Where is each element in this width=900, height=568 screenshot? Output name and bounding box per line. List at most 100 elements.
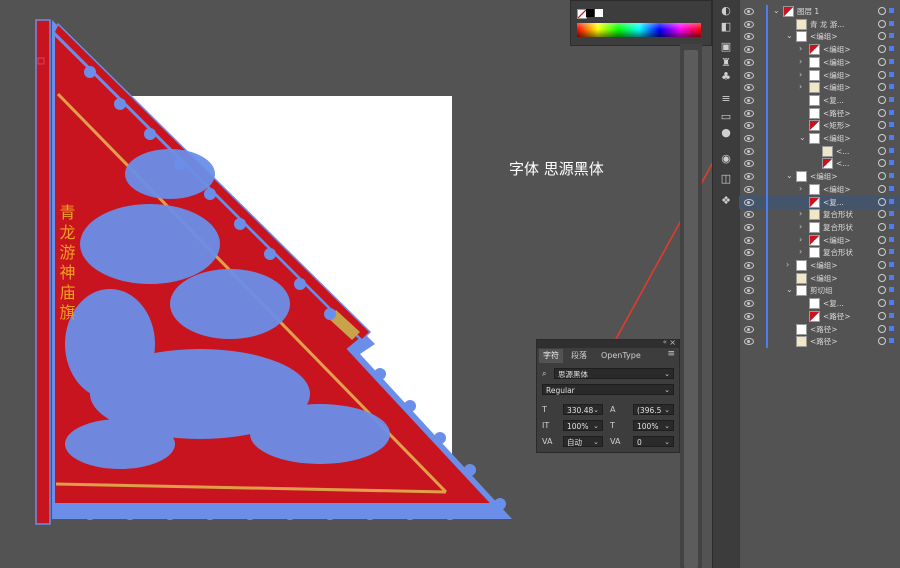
target-circle-icon[interactable] — [878, 184, 886, 193]
visibility-eye-icon[interactable] — [744, 109, 754, 117]
visibility-eye-icon[interactable] — [744, 58, 754, 66]
layer-row[interactable]: <矩形> — [739, 119, 900, 133]
visibility-eye-icon[interactable] — [744, 46, 754, 54]
selection-square-icon[interactable] — [889, 249, 894, 255]
black-swatch[interactable] — [586, 9, 594, 17]
visibility-eye-icon[interactable] — [744, 325, 754, 333]
selection-square-icon[interactable] — [889, 185, 894, 191]
selection-square-icon[interactable] — [889, 46, 894, 52]
panel-title-bar[interactable]: « × — [537, 338, 679, 348]
scrollbar-thumb[interactable] — [684, 50, 698, 568]
chevron-down-icon[interactable]: ⌄ — [773, 6, 780, 15]
kerning-field[interactable]: 自动 ⌄ — [563, 436, 603, 447]
selection-square-icon[interactable] — [889, 135, 894, 140]
layers-icon[interactable]: ❖ — [718, 194, 734, 208]
layer-row[interactable]: ⌄ <编组> — [739, 170, 900, 184]
layer-row[interactable]: <路径> — [739, 309, 900, 323]
target-circle-icon[interactable] — [878, 134, 886, 142]
selection-square-icon[interactable] — [889, 211, 894, 217]
visibility-eye-icon[interactable] — [744, 262, 754, 269]
target-circle-icon[interactable] — [878, 261, 886, 269]
chevron-down-icon[interactable]: ⌄ — [786, 171, 793, 180]
vertical-scale-field[interactable]: 100% ⌄ — [563, 420, 603, 431]
selection-square-icon[interactable] — [889, 325, 894, 331]
target-circle-icon[interactable] — [878, 57, 886, 66]
target-circle-icon[interactable] — [878, 222, 886, 231]
visibility-eye-icon[interactable] — [744, 198, 754, 206]
target-circle-icon[interactable] — [878, 121, 886, 130]
appearance-icon[interactable]: ◉ — [718, 152, 734, 166]
selection-square-icon[interactable] — [889, 122, 894, 128]
visibility-eye-icon[interactable] — [744, 300, 754, 308]
target-circle-icon[interactable] — [878, 108, 886, 117]
selection-square-icon[interactable] — [889, 312, 894, 318]
layer-row[interactable]: ⌄ <编组> — [739, 30, 900, 44]
symbols-icon[interactable]: ♣ — [718, 70, 734, 84]
target-circle-icon[interactable] — [878, 95, 886, 104]
target-circle-icon[interactable] — [878, 273, 886, 282]
flag-artwork[interactable]: 青龙游神庙旗 — [30, 14, 520, 526]
chevron-right-icon[interactable]: › — [799, 247, 802, 256]
chevron-right-icon[interactable]: › — [799, 57, 802, 66]
color-guide-icon[interactable]: ◐ — [718, 4, 734, 18]
selection-square-icon[interactable] — [889, 109, 894, 115]
visibility-eye-icon[interactable] — [744, 338, 754, 346]
selection-square-icon[interactable] — [889, 84, 894, 90]
transparency-icon[interactable]: ● — [718, 126, 734, 140]
target-circle-icon[interactable] — [878, 299, 886, 308]
close-icon[interactable]: × — [669, 338, 676, 347]
chevron-right-icon[interactable]: › — [799, 222, 802, 231]
selection-square-icon[interactable] — [889, 160, 894, 166]
selection-square-icon[interactable] — [889, 8, 894, 13]
selection-square-icon[interactable] — [889, 236, 894, 242]
graphic-styles-icon[interactable]: ◫ — [718, 172, 734, 186]
chevron-right-icon[interactable]: › — [799, 70, 802, 79]
layer-row[interactable]: <路径> — [739, 335, 900, 349]
layer-row[interactable]: <编组> — [739, 271, 900, 285]
layer-row[interactable]: ⌄ 图层 1 — [739, 5, 900, 18]
target-circle-icon[interactable] — [878, 172, 886, 181]
visibility-eye-icon[interactable] — [744, 249, 754, 257]
chevron-down-icon[interactable]: ⌄ — [786, 285, 793, 294]
selection-square-icon[interactable] — [889, 20, 894, 26]
visibility-eye-icon[interactable] — [744, 287, 754, 295]
collapse-icon[interactable]: « — [663, 338, 667, 346]
target-circle-icon[interactable] — [878, 19, 886, 28]
visibility-eye-icon[interactable] — [744, 122, 754, 130]
visibility-eye-icon[interactable] — [744, 274, 754, 282]
layer-row[interactable]: <... — [739, 157, 900, 171]
layer-row[interactable]: <路径> — [739, 106, 900, 120]
gradient-icon[interactable]: ▭ — [718, 110, 734, 124]
font-search-icon[interactable]: ⌕ — [542, 368, 546, 379]
target-circle-icon[interactable] — [878, 7, 886, 15]
brushes-icon[interactable]: ♜ — [718, 56, 734, 70]
selection-square-icon[interactable] — [889, 287, 894, 293]
color-spectrum-ramp[interactable] — [577, 23, 701, 37]
layer-row[interactable]: › 复合形状 — [739, 246, 900, 260]
target-circle-icon[interactable] — [878, 45, 886, 54]
visibility-eye-icon[interactable] — [744, 211, 754, 219]
selection-square-icon[interactable] — [889, 223, 894, 229]
layer-row[interactable]: › <编组> — [739, 55, 900, 69]
selection-square-icon[interactable] — [889, 338, 894, 344]
tab-paragraph[interactable]: 段落 — [567, 349, 591, 363]
visibility-eye-icon[interactable] — [744, 20, 754, 28]
selection-square-icon[interactable] — [889, 274, 894, 280]
target-circle-icon[interactable] — [878, 286, 886, 295]
visibility-eye-icon[interactable] — [744, 71, 754, 79]
stroke-icon[interactable]: ≡ — [718, 92, 734, 106]
banner-vertical-text[interactable]: 青龙游神庙旗 — [57, 204, 76, 324]
selection-square-icon[interactable] — [889, 262, 894, 267]
layer-row[interactable]: › <编组> — [739, 259, 900, 272]
layer-row[interactable]: <路径> — [739, 322, 900, 336]
target-circle-icon[interactable] — [878, 70, 886, 79]
layer-row[interactable]: ⌄ 剪切组 — [739, 284, 900, 298]
panel-menu-icon[interactable]: ≡ — [667, 349, 675, 359]
color-panel[interactable] — [570, 0, 712, 46]
canvas-vertical-scrollbar[interactable] — [680, 44, 702, 568]
selection-square-icon[interactable] — [889, 198, 894, 204]
visibility-eye-icon[interactable] — [744, 8, 754, 15]
chevron-right-icon[interactable]: › — [786, 260, 789, 269]
character-panel[interactable]: « × 字符 段落 OpenType ≡ ⌕ 思源黑体 ⌄ Regular ⌄ … — [536, 338, 680, 453]
layer-row[interactable]: › <编组> — [739, 68, 900, 82]
